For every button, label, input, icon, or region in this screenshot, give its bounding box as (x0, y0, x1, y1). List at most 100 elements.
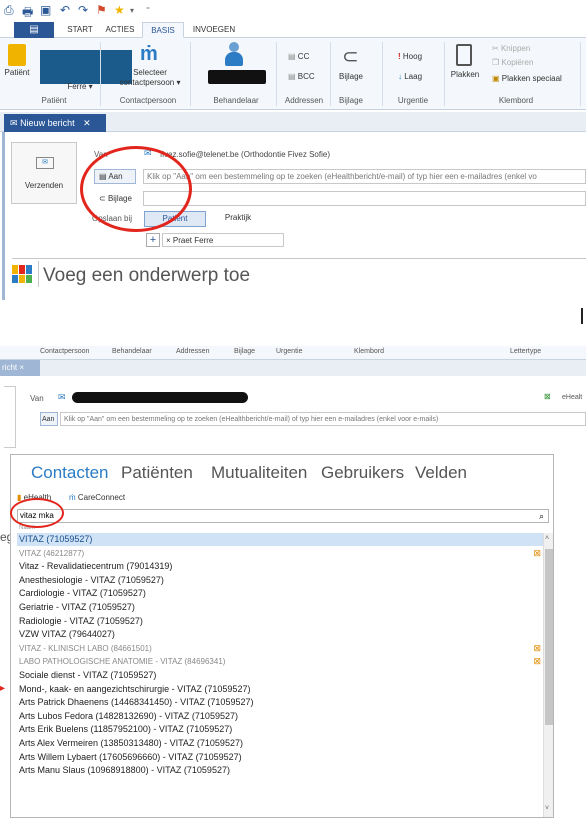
plakken-speciaal-button[interactable]: ▣ Plakken speciaal (492, 74, 562, 83)
tab-start[interactable]: START (60, 22, 100, 38)
list-item[interactable]: LABO PATHOLOGISCHE ANATOMIE - VITAZ (846… (17, 655, 543, 668)
dropdown-icon[interactable]: ▾ (130, 6, 134, 15)
list-item[interactable]: Arts Alex Vermeiren (13850313480) - VITA… (17, 737, 543, 750)
print-icon[interactable]: 🖶 (22, 3, 33, 24)
contacts-icon[interactable]: ṁ (140, 42, 166, 66)
list-item[interactable]: Arts Patrick Dhaenens (14468341450) - VI… (17, 696, 543, 709)
list-item[interactable]: Arts Erik Buelens (11857952100) - VITAZ … (17, 723, 543, 736)
menu-icon: ▤ (29, 24, 39, 35)
tab-mutualiteiten[interactable]: Mutualiteiten (211, 463, 307, 483)
group-label-bijlage: Bijlage (338, 96, 363, 105)
list-item[interactable]: Arts Willem Lybaert (17605696660) - VITA… (17, 751, 543, 764)
list-item[interactable]: Geriatrie - VITAZ (71059527) (17, 601, 543, 614)
flag-icon[interactable]: ⚑ (96, 3, 107, 17)
ribbon: Patiënt Ferre ▾ Patiënt ṁ Selecteer cont… (0, 38, 586, 110)
group-label-contactpersoon: Contactpersoon (119, 96, 177, 105)
scroll-up-icon[interactable]: ˄ (545, 535, 549, 542)
redo-icon[interactable]: ↷ (78, 3, 88, 17)
tab-contacten[interactable]: Contacten (31, 463, 109, 483)
patient-button-label[interactable]: Patiënt (0, 68, 34, 78)
results-scrollbar[interactable]: ˄ ˅ (543, 533, 553, 817)
subject-input[interactable]: Voeg een onderwerp toe (38, 261, 586, 287)
group-label-urgentie: Urgentie (397, 96, 429, 105)
patient-icon[interactable] (8, 44, 26, 66)
list-item[interactable]: VITAZ (71059527) (17, 533, 543, 546)
list-item[interactable]: Anesthesiologie - VITAZ (71059527) (17, 574, 543, 587)
source-careconnect[interactable]: ṁ CareConnect (69, 493, 125, 502)
clipboard-icon[interactable] (456, 44, 472, 66)
customize-qat-icon[interactable]: ⁼ (146, 5, 150, 14)
list-item[interactable]: Sociale dienst - VITAZ (71059527) (17, 669, 543, 682)
list-item-label: Cardiologie - VITAZ (71059527) (19, 588, 146, 599)
bottom-screenshot: Contactpersoon Behandelaar Addressen Bij… (0, 346, 586, 818)
patient-chip[interactable]: × Praet Ferre (162, 233, 284, 247)
preview-icon[interactable]: ▣ (40, 3, 51, 17)
send-label: Verzenden (24, 181, 64, 190)
group-label-addressen: Addressen (284, 96, 324, 105)
undo-icon[interactable]: ↶ (60, 3, 70, 17)
cc-icon: ▤ (288, 52, 296, 61)
list-item-label: Mond-, kaak- en aangezichtschirurgie - V… (19, 683, 251, 694)
list-item[interactable]: Arts Lubos Fedora (14828132690) - VITAZ … (17, 710, 543, 723)
list-item[interactable]: Vitaz - Revalidatiecentrum (79014319) (17, 560, 543, 573)
tab-velden[interactable]: Velden (415, 463, 467, 483)
aan-button[interactable]: Aan (40, 412, 58, 426)
urgency-low-button[interactable]: ↓ Laag (398, 72, 422, 81)
send-button[interactable]: ✉ Verzenden (11, 142, 77, 204)
tab-nieuw-bericht[interactable]: ✉ Nieuw bericht ✕ (4, 114, 106, 132)
app-icon[interactable]: ⎙ (4, 3, 14, 18)
search-icon[interactable]: ⌕ (539, 510, 544, 522)
close-icon[interactable]: ✕ (83, 118, 91, 128)
aan-input[interactable]: Klik op "Aan" om een bestemmeling op te … (143, 169, 586, 184)
compose-left-border (2, 132, 5, 300)
list-item[interactable]: VITAZ - KLINISCH LABO (84661501) ⊠ (17, 642, 543, 655)
list-item[interactable]: Arts Manu Slaus (10968918800) - VITAZ (7… (17, 764, 543, 777)
list-item[interactable]: VZW VITAZ (79644027) (17, 628, 543, 641)
colors-icon[interactable] (12, 265, 32, 283)
bcc-button[interactable]: ▤ BCC (288, 72, 315, 81)
user-icon[interactable] (224, 42, 244, 68)
tab-acties[interactable]: ACTIES (102, 22, 138, 38)
plakken-speciaal-text: Plakken speciaal (501, 74, 562, 83)
color-swatch (12, 265, 18, 274)
bijlage-ribbon-button[interactable]: Bijlage (334, 72, 368, 82)
search-input[interactable]: vitaz mka ⌕ (17, 509, 549, 523)
send-button-fragment[interactable] (4, 386, 16, 448)
tab-invoegen[interactable]: INVOEGEN (188, 22, 240, 38)
list-item-label: VITAZ (71059527) (19, 534, 93, 544)
group-separator (330, 42, 331, 106)
tab-gebruikers[interactable]: Gebruikers (321, 463, 404, 483)
star-icon[interactable]: ★ (114, 3, 125, 17)
ferre-label[interactable]: Ferre ▾ (60, 82, 100, 92)
cc-text: CC (297, 52, 310, 61)
opslaan-praktijk-toggle[interactable]: Praktijk (212, 211, 264, 227)
tab-basis[interactable]: BASIS (142, 22, 184, 38)
list-item[interactable]: Cardiologie - VITAZ (71059527) (17, 587, 543, 600)
plakken-button[interactable]: Plakken (448, 70, 482, 80)
tab-nieuw-bericht[interactable]: richt × (0, 360, 40, 376)
urgency-high-button[interactable]: ! Hoog (398, 52, 422, 61)
knippen-button[interactable]: ✂ Knippen (492, 44, 530, 53)
kopieren-button[interactable]: ❐ Kopiëren (492, 58, 533, 67)
file-tab[interactable]: ▤ (14, 22, 54, 38)
scrollbar-thumb[interactable] (545, 549, 553, 725)
list-item[interactable]: Radiologie - VITAZ (71059527) (17, 615, 543, 628)
list-item[interactable]: Mond-, kaak- en aangezichtschirurgie - V… (17, 683, 543, 696)
list-item[interactable]: VITAZ (46212877) ⊠ (17, 547, 543, 560)
scroll-down-icon[interactable]: ˅ (545, 805, 549, 812)
ehealth-flag-icon: ⊠ (533, 547, 541, 558)
cc-button[interactable]: ▤ CC (288, 52, 309, 61)
contactpersoon-label[interactable]: contactpersoon ▾ (116, 78, 184, 88)
ribbon-tabs: ▤ START ACTIES BASIS INVOEGEN (0, 22, 586, 38)
bijlage-input[interactable] (143, 191, 586, 206)
list-item-label: Sociale dienst - VITAZ (71059527) (19, 670, 157, 680)
subject-row: Voeg een onderwerp toe (12, 258, 586, 288)
selecteer-label[interactable]: Selecteer (120, 68, 180, 78)
paperclip-icon[interactable]: ⊂ (342, 44, 359, 69)
tab-patienten[interactable]: Patiënten (121, 463, 193, 483)
kopieren-text: Kopiëren (501, 58, 534, 67)
list-item-label: Geriatrie - VITAZ (71059527) (19, 602, 135, 612)
aan-input[interactable]: Klik op "Aan" om een bestemmeling op te … (60, 412, 586, 426)
list-item-label: VITAZ - KLINISCH LABO (84661501) (19, 643, 152, 653)
add-patient-button[interactable]: + (146, 233, 160, 247)
